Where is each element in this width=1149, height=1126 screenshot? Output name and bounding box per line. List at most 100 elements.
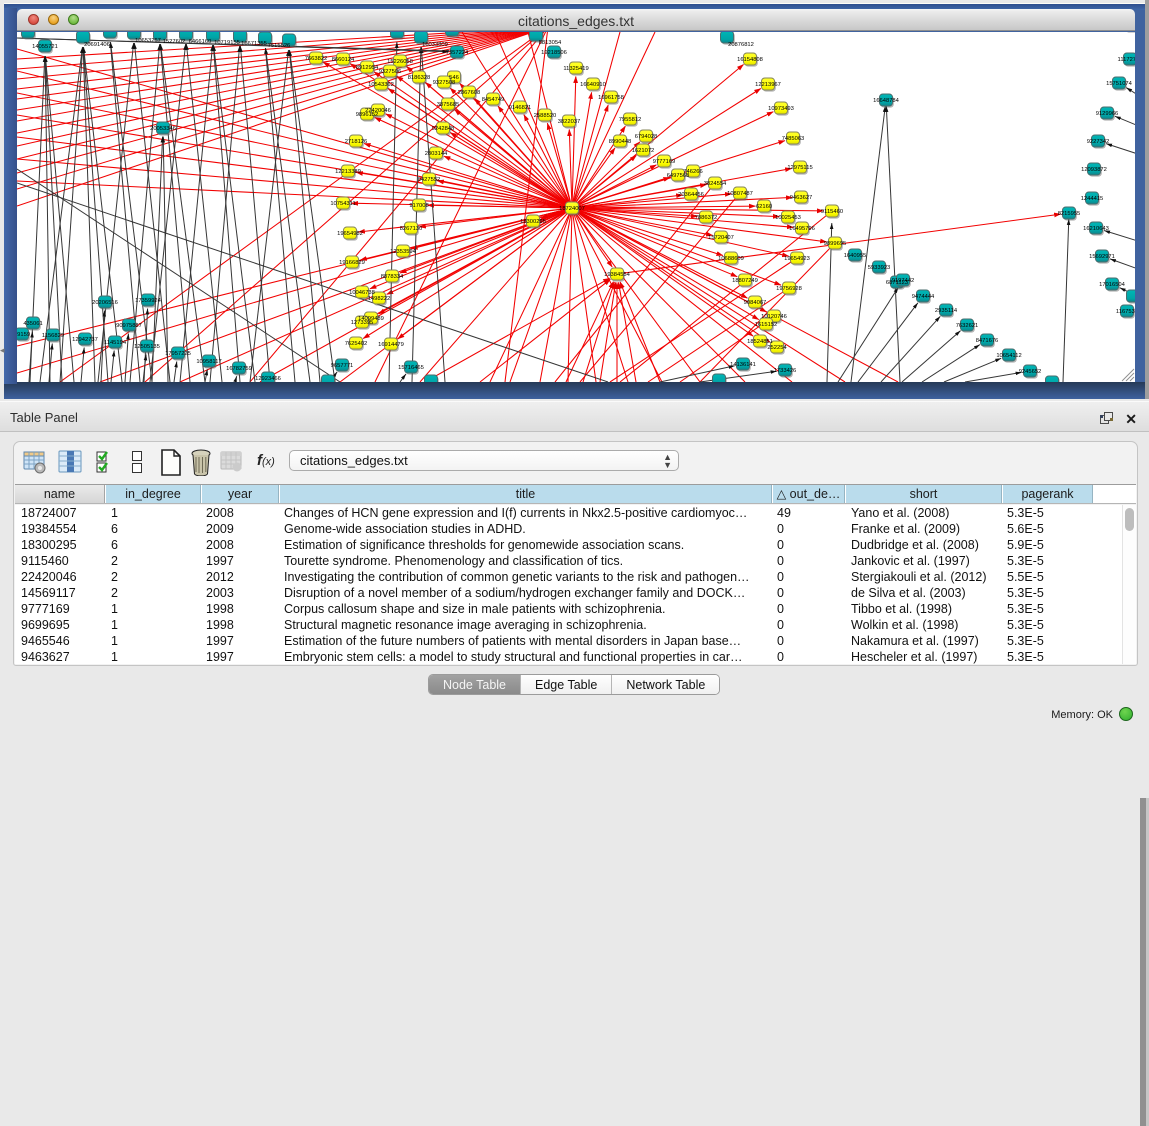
svg-text:62160: 62160 <box>756 204 772 210</box>
svg-text:435061: 435061 <box>23 321 42 327</box>
svg-text:20691406: 20691406 <box>84 42 110 48</box>
svg-text:9474444: 9474444 <box>912 294 935 300</box>
svg-text:9327506: 9327506 <box>379 69 402 75</box>
svg-text:1527602: 1527602 <box>163 39 186 45</box>
svg-text:8878334: 8878334 <box>381 274 404 280</box>
svg-text:7886372: 7886372 <box>695 215 718 221</box>
svg-text:22420046: 22420046 <box>365 108 391 114</box>
svg-text:8215955: 8215955 <box>1058 211 1081 217</box>
svg-text:9777169: 9777169 <box>653 159 676 165</box>
svg-text:16914479: 16914479 <box>378 342 404 348</box>
svg-text:20053346: 20053346 <box>150 126 176 132</box>
svg-text:3822037: 3822037 <box>558 119 581 125</box>
svg-text:8471676: 8471676 <box>976 338 999 344</box>
svg-text:17016504: 17016504 <box>1099 282 1126 288</box>
svg-text:8912954: 8912954 <box>356 65 379 71</box>
svg-text:16782759: 16782759 <box>226 366 252 372</box>
svg-text:8427552: 8427552 <box>418 177 441 183</box>
svg-text:16210643: 16210643 <box>1083 226 1109 232</box>
svg-text:20364456: 20364456 <box>678 192 704 198</box>
svg-text:20206516: 20206516 <box>92 300 118 306</box>
svg-text:7485063: 7485063 <box>782 136 805 142</box>
svg-text:10120746: 10120746 <box>761 314 787 320</box>
svg-text:2935114: 2935114 <box>935 308 958 314</box>
svg-text:19218506: 19218506 <box>541 50 567 56</box>
svg-text:15692971: 15692971 <box>1089 254 1115 260</box>
svg-text:19654923: 19654923 <box>784 256 810 262</box>
svg-text:2803144: 2803144 <box>425 151 448 157</box>
svg-text:7515526: 7515526 <box>268 43 291 49</box>
svg-text:8186328: 8186328 <box>408 75 431 81</box>
svg-text:9657771: 9657771 <box>331 363 354 369</box>
svg-text:18300295: 18300295 <box>520 219 546 225</box>
svg-text:12353594: 12353594 <box>390 249 417 255</box>
svg-text:1498222: 1498222 <box>368 296 391 302</box>
svg-text:15720407: 15720407 <box>708 235 734 241</box>
svg-text:10754311: 10754311 <box>330 201 355 207</box>
svg-text:9084067: 9084067 <box>744 300 767 306</box>
svg-text:90975887: 90975887 <box>116 323 142 329</box>
svg-text:746266: 746266 <box>683 169 702 175</box>
svg-text:8660124: 8660124 <box>332 57 355 63</box>
svg-text:2588520: 2588520 <box>534 113 557 119</box>
svg-text:15226058: 15226058 <box>387 59 413 65</box>
svg-text:10688609: 10688609 <box>718 256 744 262</box>
svg-text:15751074: 15751074 <box>1106 81 1133 87</box>
svg-text:9115460: 9115460 <box>821 209 843 215</box>
svg-text:917008: 917008 <box>409 203 428 209</box>
svg-text:1273395: 1273395 <box>351 320 374 326</box>
svg-text:19384554: 19384554 <box>604 272 631 278</box>
svg-text:12942737: 12942737 <box>72 337 98 343</box>
svg-text:6466160: 6466160 <box>189 39 212 45</box>
svg-text:14136141: 14136141 <box>730 362 756 368</box>
svg-text:10807487: 10807487 <box>727 191 753 197</box>
svg-text:9197442: 9197442 <box>892 278 915 284</box>
svg-text:9129966: 9129966 <box>1096 111 1119 117</box>
svg-text:1640955: 1640955 <box>844 253 867 259</box>
svg-text:10654112: 10654112 <box>996 353 1021 359</box>
svg-text:2867608: 2867608 <box>458 90 481 96</box>
svg-text:7357224: 7357224 <box>446 50 469 56</box>
svg-text:17957225: 17957225 <box>165 351 191 357</box>
svg-text:19166829: 19166829 <box>339 260 365 266</box>
svg-text:1615152: 1615152 <box>755 322 778 328</box>
svg-text:20876812: 20876812 <box>728 42 754 48</box>
svg-text:19756928: 19756928 <box>776 286 802 292</box>
svg-text:39159: 39159 <box>17 332 30 338</box>
svg-text:7625402: 7625402 <box>345 341 368 347</box>
svg-text:10958117: 10958117 <box>196 359 221 365</box>
svg-text:9242848: 9242848 <box>432 126 455 132</box>
svg-text:15716465: 15716465 <box>398 365 424 371</box>
svg-text:1621072: 1621072 <box>632 148 655 154</box>
svg-text:9899695: 9899695 <box>824 241 847 247</box>
svg-text:9245652: 9245652 <box>1019 369 1042 375</box>
svg-text:12975115: 12975115 <box>787 165 812 171</box>
svg-text:16154808: 16154808 <box>737 57 763 63</box>
svg-text:6794028: 6794028 <box>635 134 658 140</box>
svg-text:19654982: 19654982 <box>337 231 363 237</box>
svg-text:7663822: 7663822 <box>305 56 328 62</box>
svg-text:10543362: 10543362 <box>368 82 394 88</box>
svg-text:16033809: 16033809 <box>422 42 448 48</box>
svg-text:12093872: 12093872 <box>1081 167 1107 173</box>
svg-text:10973493: 10973493 <box>768 106 794 112</box>
svg-text:16961758: 16961758 <box>598 95 624 101</box>
svg-text:7955812: 7955812 <box>619 117 642 123</box>
svg-text:16671355: 16671355 <box>241 41 267 47</box>
svg-text:9327508: 9327508 <box>433 80 456 86</box>
svg-text:12505135: 12505135 <box>134 344 160 350</box>
svg-text:3824554: 3824554 <box>704 181 727 187</box>
svg-text:14055721: 14055721 <box>32 44 58 50</box>
svg-text:10719155: 10719155 <box>214 40 240 46</box>
svg-text:7632621: 7632621 <box>956 323 979 329</box>
svg-text:2718126: 2718126 <box>345 139 368 145</box>
svg-text:1733426: 1733426 <box>774 368 797 374</box>
svg-text:18724007: 18724007 <box>559 206 585 212</box>
svg-text:252254: 252254 <box>767 345 787 351</box>
svg-text:11325419: 11325419 <box>563 66 588 72</box>
svg-text:12213389: 12213389 <box>335 169 361 175</box>
svg-text:16648784: 16648784 <box>873 98 900 104</box>
svg-text:3875685: 3875685 <box>437 102 460 108</box>
svg-text:12923466: 12923466 <box>255 376 281 382</box>
svg-text:8454749: 8454749 <box>482 97 505 103</box>
